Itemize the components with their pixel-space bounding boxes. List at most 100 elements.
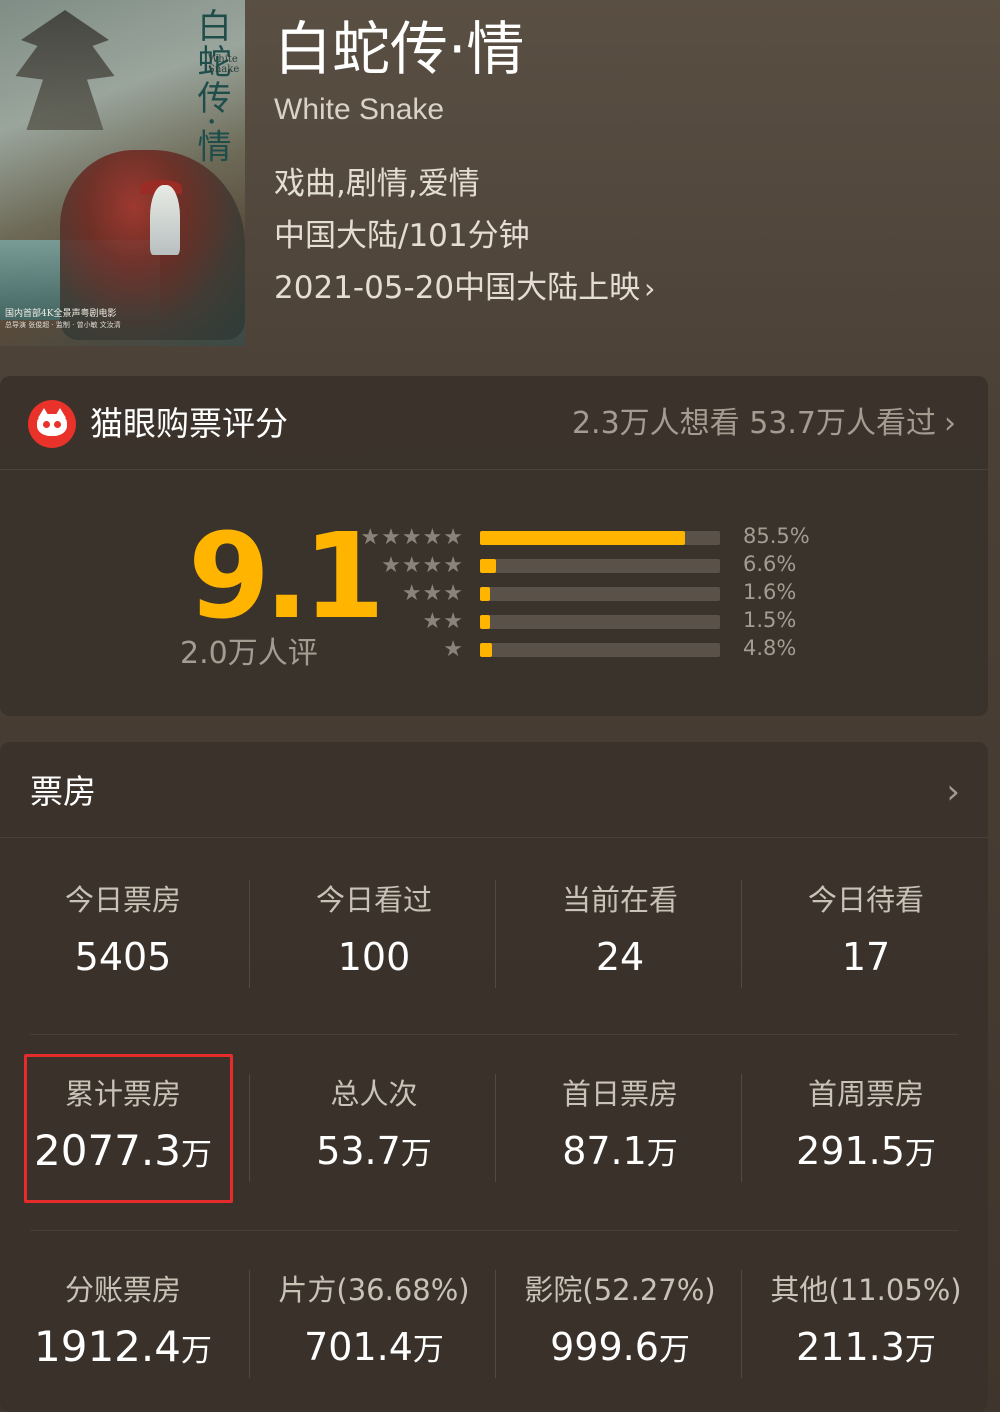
stat-number: 100 [337, 935, 411, 979]
movie-region-duration: 中国大陆/101分钟 [274, 218, 530, 254]
column-divider [741, 1074, 742, 1182]
rating-distribution-row: ★★★★ 6.6% [0, 552, 988, 579]
box-office-title: 票房 [30, 772, 96, 811]
box-office-card: 票房 › 今日票房 5405 今日看过 100 当前在看 24 今日待看 17 累计票房 2077… [0, 742, 988, 1412]
column-divider [249, 880, 250, 988]
rating-header: 猫眼购票评分 2.3万人想看 53.7万人看过 › [0, 376, 988, 470]
stat-unit: 万 [904, 1136, 936, 1172]
stat-number: 999.6 [550, 1325, 659, 1369]
column-divider [495, 1074, 496, 1182]
rating-bar-track [480, 615, 720, 629]
row-divider [30, 1034, 958, 1035]
rating-percent: 6.6% [743, 552, 797, 576]
stat-number: 211.3 [796, 1325, 905, 1369]
box-office-stat: 当前在看 24 [497, 862, 743, 982]
stat-number: 291.5 [796, 1129, 905, 1173]
rating-percent: 1.5% [743, 608, 797, 632]
stat-unit: 万 [412, 1332, 444, 1368]
star-rating-icon: ★ [443, 637, 464, 662]
stat-value: 211.3万 [743, 1322, 989, 1375]
rating-bar-track [480, 643, 720, 657]
rating-distribution-row: ★★★ 1.6% [0, 580, 988, 607]
row-divider [30, 1230, 958, 1231]
stat-value: 701.4万 [251, 1322, 497, 1375]
poster-figure-art [150, 185, 180, 255]
stat-label: 片方(36.68%) [278, 1273, 470, 1307]
stat-label: 其他(11.05%) [770, 1273, 962, 1307]
poster-subtitle: White Snake [208, 54, 240, 75]
stat-value: 53.7万 [251, 1126, 497, 1179]
poster-pagoda-art [15, 10, 115, 130]
stat-value: 17 [743, 932, 989, 985]
column-divider [741, 880, 742, 988]
box-office-stat: 累计票房 2077.3万 [0, 1056, 246, 1176]
poster-title: 白蛇传·情 [191, 8, 231, 165]
star-rating-icon: ★★★★ [381, 553, 464, 578]
stat-unit: 万 [646, 1136, 678, 1172]
rating-bar-fill [480, 559, 496, 573]
stat-value: 999.6万 [497, 1322, 743, 1375]
stat-value: 24 [497, 932, 743, 985]
box-office-header[interactable]: 票房 › [0, 742, 988, 838]
box-office-row: 分账票房 1912.4万 片方(36.68%) 701.4万 影院(52.27%) 999… [0, 1252, 988, 1412]
box-office-stat: 影院(52.27%) 999.6万 [497, 1252, 743, 1372]
rating-bar-track [480, 531, 720, 545]
rating-percent: 85.5% [743, 524, 810, 548]
stat-label: 分账票房 [64, 1273, 181, 1307]
movie-poster[interactable]: 白蛇传·情 White Snake 国内首部4K全景声粤剧电影 总导演 张俊超 … [0, 0, 245, 346]
want-watched-link[interactable]: 2.3万人想看 53.7万人看过 › [572, 404, 956, 444]
poster-caption-small: 总导演 张俊超 · 监制 · 曾小敏 文汝清 [5, 321, 121, 329]
column-divider [249, 1270, 250, 1378]
maoyan-cat-logo-icon [28, 400, 76, 448]
rating-bar-fill [480, 615, 490, 629]
rating-percent: 1.6% [743, 580, 797, 604]
column-divider [495, 1270, 496, 1378]
box-office-stat: 其他(11.05%) 211.3万 [743, 1252, 989, 1372]
rating-bar-track [480, 587, 720, 601]
stat-label: 影院(52.27%) [524, 1273, 716, 1307]
box-office-stat: 今日待看 17 [743, 862, 989, 982]
rating-bar-fill [480, 643, 492, 657]
stat-number: 87.1 [562, 1129, 647, 1173]
box-office-stat: 今日看过 100 [251, 862, 497, 982]
rating-title: 猫眼购票评分 [90, 404, 288, 443]
star-rating-icon: ★★ [422, 609, 464, 634]
box-office-row: 累计票房 2077.3万 总人次 53.7万 首日票房 87.1万 首周票房 291.5万 [0, 1056, 988, 1216]
stat-value: 5405 [0, 932, 246, 985]
movie-genre: 戏曲,剧情,爱情 [274, 166, 480, 202]
column-divider [249, 1074, 250, 1182]
box-office-stat: 首日票房 87.1万 [497, 1056, 743, 1176]
stat-label: 当前在看 [561, 883, 678, 917]
stat-unit: 万 [904, 1332, 936, 1368]
chevron-right-icon: › [944, 406, 956, 441]
rating-bar-track [480, 559, 720, 573]
movie-english-title: White Snake [274, 93, 445, 126]
want-watched-text: 2.3万人想看 53.7万人看过 [571, 406, 936, 441]
stat-label: 今日看过 [315, 883, 432, 917]
stat-label: 首周票房 [807, 1077, 924, 1111]
column-divider [741, 1270, 742, 1378]
chevron-right-icon: › [644, 272, 656, 305]
poster-caption: 国内首部4K全景声粤剧电影 [5, 309, 117, 319]
rating-distribution-row: ★ 4.8% [0, 636, 988, 663]
chevron-right-icon[interactable]: › [946, 772, 960, 812]
stat-label: 今日待看 [807, 883, 924, 917]
stat-number: 17 [841, 935, 891, 979]
stat-value: 87.1万 [497, 1126, 743, 1179]
box-office-row: 今日票房 5405 今日看过 100 当前在看 24 今日待看 17 [0, 862, 988, 1022]
box-office-stat: 首周票房 291.5万 [743, 1056, 989, 1176]
rating-distribution-row: ★★★★★ 85.5% [0, 524, 988, 551]
stat-number: 1912.4 [34, 1322, 181, 1371]
stat-value: 291.5万 [743, 1126, 989, 1179]
column-divider [495, 880, 496, 988]
movie-title: 白蛇传·情 [274, 15, 525, 83]
rating-card: 猫眼购票评分 2.3万人想看 53.7万人看过 › 9.1 2.0万人评 ★★★★… [0, 376, 988, 716]
stat-number: 24 [595, 935, 645, 979]
movie-release-link[interactable]: 2021-05-20中国大陆上映 › [274, 268, 655, 309]
rating-percent: 4.8% [743, 636, 797, 660]
movie-release-date: 2021-05-20中国大陆上映 [274, 270, 641, 306]
box-office-stat: 片方(36.68%) 701.4万 [251, 1252, 497, 1372]
stat-number: 701.4 [304, 1325, 413, 1369]
stat-value: 2077.3万 [0, 1126, 246, 1180]
stat-unit: 万 [180, 1333, 212, 1369]
